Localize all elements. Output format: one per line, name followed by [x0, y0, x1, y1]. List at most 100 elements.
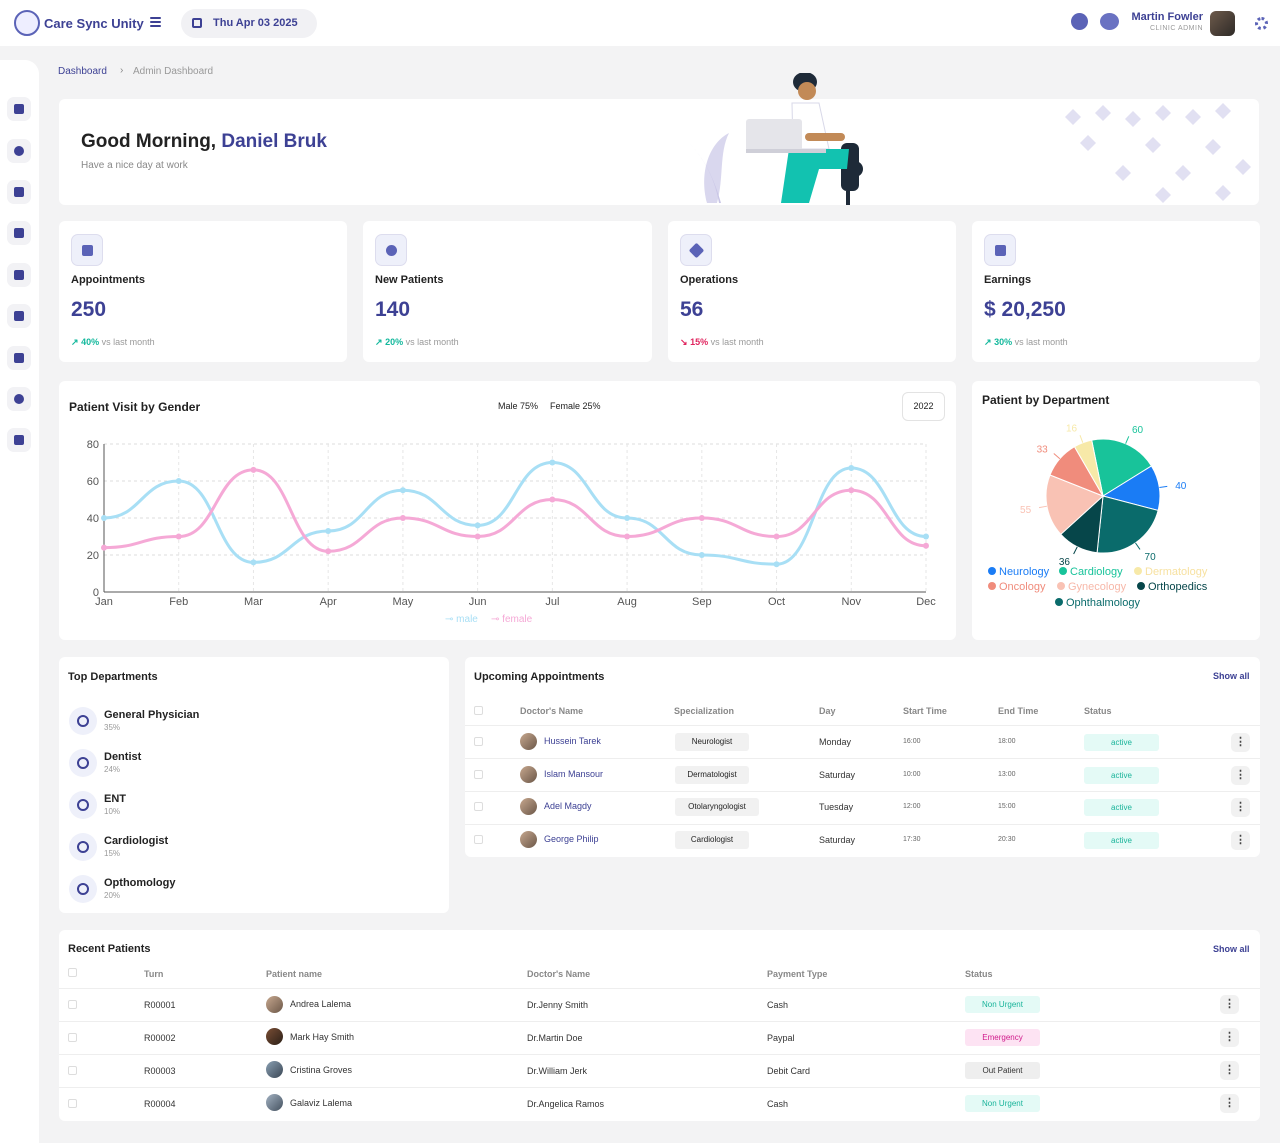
top-departments-card: Top Departments General Physician 35% De… — [59, 657, 449, 913]
row-checkbox[interactable] — [68, 1000, 77, 1009]
status-badge: active — [1084, 832, 1159, 849]
select-all-checkbox[interactable] — [68, 968, 77, 977]
patient-name[interactable]: Andrea Lalema — [290, 999, 351, 1009]
stat-card-appointments: Appointments 250 ↗ 40% vs last month — [59, 221, 347, 362]
patient-name[interactable]: Cristina Groves — [290, 1065, 352, 1075]
sidebar-item-patients[interactable] — [7, 221, 31, 245]
notifications-icon[interactable] — [1100, 13, 1119, 30]
slice-leader-line — [1079, 435, 1084, 443]
appointments-card: Upcoming Appointments Show all Doctor's … — [465, 657, 1260, 857]
gear-icon[interactable] — [1255, 17, 1268, 30]
chat-icon[interactable] — [1071, 13, 1088, 30]
department-percent: 20% — [104, 891, 121, 900]
menu-toggle-icon[interactable] — [150, 17, 161, 29]
col-header[interactable]: End Time — [998, 706, 1038, 716]
slice-value-label: 16 — [1066, 424, 1078, 435]
col-header[interactable]: Doctor's Name — [527, 969, 590, 979]
patient-name[interactable]: Mark Hay Smith — [290, 1032, 354, 1042]
specialization-badge: Neurologist — [675, 733, 749, 751]
sidebar-item-settings[interactable] — [7, 387, 31, 411]
sidebar-item-invoices[interactable] — [7, 346, 31, 370]
trend-up-icon: ↗ — [984, 337, 992, 347]
row-checkbox[interactable] — [68, 1099, 77, 1108]
doctor-name[interactable]: George Philip — [544, 834, 599, 844]
x-tick-label: May — [393, 596, 414, 608]
user-name[interactable]: Martin Fowler — [1131, 11, 1203, 23]
select-all-checkbox[interactable] — [474, 706, 483, 715]
doctor-name[interactable]: Islam Mansour — [544, 769, 603, 779]
date-pill[interactable]: Thu Apr 03 2025 — [181, 9, 317, 38]
col-header[interactable]: Payment Type — [767, 969, 827, 979]
x-tick-label: Feb — [169, 596, 188, 608]
gender-chart-card: Patient Visit by Gender Male 75% Female … — [59, 381, 956, 640]
chat-icon — [14, 146, 24, 156]
patient-icon — [375, 234, 407, 266]
col-header[interactable]: Patient name — [266, 969, 322, 979]
legend-marker — [988, 582, 996, 590]
department-name[interactable]: General Physician — [104, 709, 199, 721]
sidebar-item-messages[interactable] — [7, 139, 31, 163]
legend-label: Orthopedics — [1148, 581, 1208, 593]
row-checkbox[interactable] — [68, 1033, 77, 1042]
legend-male[interactable]: ⊸ male — [445, 614, 478, 625]
avatar[interactable] — [1210, 11, 1235, 36]
data-point-male — [101, 515, 107, 521]
row-checkbox[interactable] — [474, 770, 483, 779]
x-tick-label: Mar — [244, 596, 263, 608]
col-header[interactable]: Day — [819, 706, 836, 716]
user-role: CLINIC ADMIN — [1149, 25, 1203, 32]
x-tick-label: Apr — [320, 596, 337, 608]
sidebar-item-dashboard[interactable] — [7, 97, 31, 121]
sidebar-item-logout[interactable] — [7, 428, 31, 452]
more-options-icon[interactable]: ⋮ — [1231, 766, 1250, 785]
more-options-icon[interactable]: ⋮ — [1231, 831, 1250, 850]
doctor-name[interactable]: Adel Magdy — [544, 801, 592, 811]
col-header[interactable]: Status — [1084, 706, 1112, 716]
payment-type: Debit Card — [767, 1066, 811, 1076]
top-bar: Care Sync Unity Thu Apr 03 2025 Martin F… — [0, 0, 1280, 46]
sidebar-item-reports[interactable] — [7, 304, 31, 328]
row-checkbox[interactable] — [474, 737, 483, 746]
data-point-male — [175, 478, 182, 484]
dashboard-icon — [14, 104, 24, 114]
more-options-icon[interactable]: ⋮ — [1220, 1028, 1239, 1047]
trend-value: 30% — [994, 337, 1013, 347]
sidebar-item-payments[interactable] — [7, 263, 31, 287]
patient-name[interactable]: Galaviz Lalema — [290, 1098, 352, 1108]
scissors-icon — [680, 234, 712, 266]
trend-text: vs last month — [1014, 337, 1068, 347]
col-header[interactable]: Start Time — [903, 706, 947, 716]
row-checkbox[interactable] — [474, 835, 483, 844]
legend-marker — [988, 567, 996, 575]
recent-show-all-link[interactable]: Show all — [1213, 944, 1250, 954]
more-options-icon[interactable]: ⋮ — [1220, 995, 1239, 1014]
appointments-show-all-link[interactable]: Show all — [1213, 671, 1250, 681]
data-point-female — [101, 544, 107, 551]
data-point-male — [325, 527, 332, 534]
more-options-icon[interactable]: ⋮ — [1231, 798, 1250, 817]
stat-label: Operations — [680, 274, 739, 286]
breadcrumb-root[interactable]: Dashboard — [58, 66, 107, 77]
status-badge: active — [1084, 767, 1159, 784]
sidebar-item-doctors[interactable] — [7, 180, 31, 204]
more-options-icon[interactable]: ⋮ — [1220, 1094, 1239, 1113]
specialization-badge: Dermatologist — [675, 766, 749, 784]
department-name[interactable]: Opthomology — [104, 877, 176, 889]
department-name[interactable]: Cardiologist — [104, 835, 168, 847]
col-header[interactable]: Doctor's Name — [520, 706, 583, 716]
more-options-icon[interactable]: ⋮ — [1220, 1061, 1239, 1080]
col-header[interactable]: Turn — [144, 969, 163, 979]
more-options-icon[interactable]: ⋮ — [1231, 733, 1250, 752]
recent-patients-title: Recent Patients — [68, 943, 151, 955]
department-name[interactable]: Dentist — [104, 751, 141, 763]
status-badge: Non Urgent — [965, 996, 1040, 1013]
row-checkbox[interactable] — [68, 1066, 77, 1075]
department-name[interactable]: ENT — [104, 793, 126, 805]
col-header[interactable]: Specialization — [674, 706, 734, 716]
legend-female[interactable]: ⊸ female — [491, 614, 532, 625]
row-checkbox[interactable] — [474, 802, 483, 811]
data-point-male — [923, 533, 929, 540]
doctor-name[interactable]: Hussein Tarek — [544, 736, 601, 746]
gear-icon — [14, 394, 24, 404]
col-header[interactable]: Status — [965, 969, 993, 979]
